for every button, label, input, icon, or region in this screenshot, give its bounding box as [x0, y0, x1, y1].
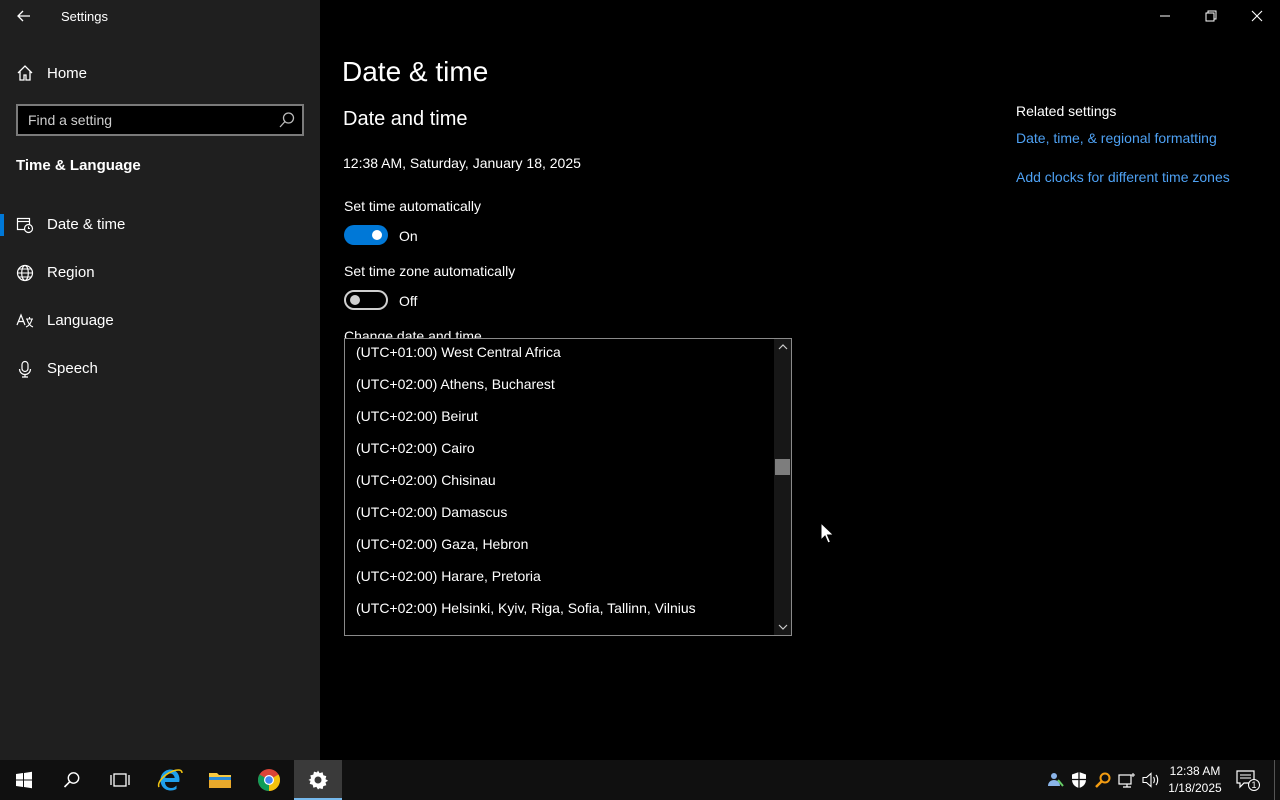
network-icon: [1118, 773, 1135, 788]
task-view-icon: [110, 773, 130, 787]
scrollbar-thumb[interactable]: [775, 459, 790, 475]
minimize-icon: [1160, 15, 1170, 17]
home-icon: [17, 65, 33, 81]
toggle-knob: [350, 295, 360, 305]
set-timezone-auto-state: Off: [399, 293, 418, 309]
current-date-time: 12:38 AM, Saturday, January 18, 2025: [343, 155, 581, 171]
timezone-option[interactable]: (UTC+02:00) Beirut: [356, 400, 478, 432]
people-icon: [1048, 773, 1064, 787]
add-clocks-link[interactable]: Add clocks for different time zones: [1016, 169, 1230, 185]
microphone-icon: [18, 360, 32, 378]
back-button[interactable]: [14, 6, 34, 26]
page-title: Date & time: [342, 56, 489, 87]
sidebar: Settings Home Time & Language Date & tim…: [0, 0, 320, 760]
sidebar-item-region[interactable]: Region: [0, 253, 320, 293]
timezone-option[interactable]: (UTC+02:00) Gaza, Hebron: [356, 528, 528, 560]
set-timezone-auto-toggle[interactable]: [344, 290, 388, 310]
section-heading: Date and time: [343, 108, 468, 130]
nav-home[interactable]: Home: [16, 62, 87, 84]
show-desktop-button[interactable]: [1274, 760, 1276, 800]
magnifier-icon: [1095, 772, 1111, 788]
timezone-dropdown-list[interactable]: (UTC+01:00) West Central Africa (UTC+02:…: [344, 338, 792, 636]
set-time-auto-label: Set time automatically: [344, 198, 481, 214]
tray-people-icon[interactable]: [1046, 771, 1064, 789]
chevron-down-icon: [778, 624, 787, 630]
close-button[interactable]: [1234, 0, 1280, 32]
windows-logo-icon: [16, 771, 32, 789]
taskbar-search-button[interactable]: [48, 760, 96, 800]
search-icon: [63, 772, 80, 788]
window-title: Settings: [61, 9, 108, 24]
scroll-down-button[interactable]: [774, 619, 791, 635]
minimize-button[interactable]: [1142, 0, 1188, 32]
sidebar-item-speech[interactable]: Speech: [0, 349, 320, 389]
chevron-up-icon: [778, 344, 787, 350]
back-arrow-icon: [17, 10, 30, 22]
sidebar-item-label: Speech: [47, 360, 98, 377]
speaker-icon: [1142, 772, 1159, 788]
set-timezone-auto-label: Set time zone automatically: [344, 263, 516, 279]
tray-network-icon[interactable]: [1118, 771, 1136, 789]
clock-date: 1/18/2025: [1168, 781, 1222, 795]
task-view-button[interactable]: [96, 760, 144, 800]
clock-time: 12:38 AM: [1169, 764, 1221, 778]
timezone-option[interactable]: (UTC+02:00) Cairo: [356, 432, 475, 464]
tray-volume-icon[interactable]: [1142, 771, 1160, 789]
calendar-clock-icon: [16, 217, 34, 234]
scroll-up-button[interactable]: [774, 339, 791, 355]
search-icon[interactable]: [278, 111, 296, 129]
sidebar-item-language[interactable]: Language: [0, 301, 320, 341]
tray-search-app-icon[interactable]: [1094, 771, 1112, 789]
set-time-auto-state: On: [399, 228, 418, 244]
set-time-auto-toggle[interactable]: [344, 225, 388, 245]
shield-icon: [1072, 772, 1086, 788]
timezone-option[interactable]: (UTC+02:00) Athens, Bucharest: [356, 368, 555, 400]
globe-icon: [16, 264, 34, 282]
timezone-option[interactable]: (UTC+02:00) Helsinki, Kyiv, Riga, Sofia,…: [356, 592, 696, 624]
restore-button[interactable]: [1188, 0, 1234, 32]
notification-count: 1: [1248, 779, 1260, 791]
timezone-option[interactable]: (UTC+01:00) West Central Africa: [356, 339, 561, 368]
timezone-option[interactable]: (UTC+02:00) Chisinau: [356, 464, 496, 496]
timezone-option[interactable]: (UTC+02:00) Damascus: [356, 496, 507, 528]
change-date-time-label: Change date and time: [344, 328, 482, 338]
language-icon: [16, 313, 34, 328]
timezone-option[interactable]: (UTC+02:00) Harare, Pretoria: [356, 560, 541, 592]
taskbar-chrome[interactable]: [245, 760, 293, 800]
regional-formatting-link[interactable]: Date, time, & regional formatting: [1016, 130, 1217, 146]
mouse-cursor-icon: [820, 522, 834, 544]
search-box[interactable]: [16, 104, 304, 136]
chrome-icon: [258, 769, 280, 791]
sidebar-item-label: Region: [47, 264, 95, 281]
related-settings-title: Related settings: [1016, 103, 1117, 119]
folder-icon: [209, 773, 231, 788]
taskbar: 12:38 AM 1/18/2025 1: [0, 760, 1280, 800]
sidebar-item-label: Language: [47, 312, 114, 329]
tray-shield-icon[interactable]: [1070, 771, 1088, 789]
close-icon: [1251, 10, 1263, 22]
sidebar-item-date-time[interactable]: Date & time: [0, 205, 320, 245]
internet-explorer-icon: [157, 769, 183, 791]
start-button[interactable]: [0, 760, 48, 800]
taskbar-edge-browser[interactable]: [146, 760, 194, 800]
home-label: Home: [47, 64, 88, 82]
section-title: Time & Language: [16, 157, 141, 174]
restore-icon: [1205, 10, 1217, 22]
toggle-knob: [372, 230, 382, 240]
taskbar-file-explorer[interactable]: [196, 760, 244, 800]
timezone-option[interactable]: (UTC+02:00) Jerusalem: [356, 624, 506, 635]
action-center-button[interactable]: 1: [1236, 770, 1260, 792]
gear-icon: [308, 770, 329, 790]
search-input[interactable]: [18, 106, 273, 134]
taskbar-settings[interactable]: [294, 760, 342, 800]
sidebar-item-label: Date & time: [47, 216, 126, 233]
active-indicator: [0, 214, 4, 236]
taskbar-clock[interactable]: 12:38 AM 1/18/2025: [1164, 763, 1226, 797]
dropdown-scrollbar[interactable]: [774, 339, 791, 635]
